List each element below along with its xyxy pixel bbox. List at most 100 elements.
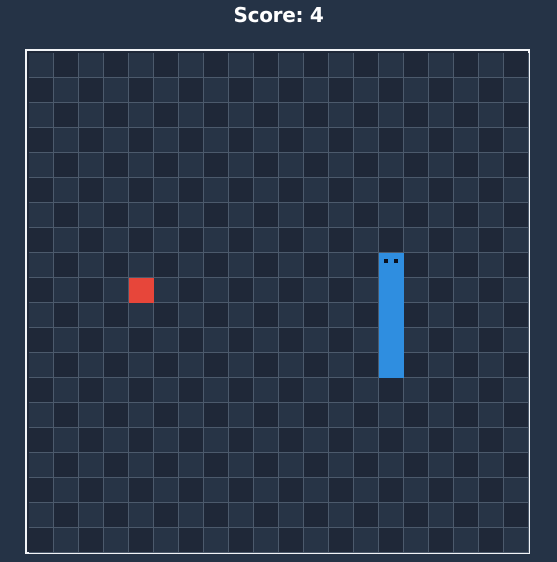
- grid-cell: [129, 378, 154, 403]
- grid-cell: [179, 428, 204, 453]
- grid-cell: [204, 253, 229, 278]
- grid-cell: [179, 128, 204, 153]
- grid-cell: [279, 503, 304, 528]
- grid-cell: [379, 178, 404, 203]
- grid-cell: [104, 153, 129, 178]
- grid-cell: [429, 378, 454, 403]
- grid-cell: [379, 478, 404, 503]
- grid-cell: [504, 228, 529, 253]
- grid-cell: [129, 228, 154, 253]
- snake-body-segment: [379, 353, 404, 378]
- grid-cell: [479, 153, 504, 178]
- grid-cell: [404, 228, 429, 253]
- grid-cell: [429, 428, 454, 453]
- grid-cell: [504, 453, 529, 478]
- grid-cell: [379, 103, 404, 128]
- grid-cell: [479, 278, 504, 303]
- grid-cell: [204, 78, 229, 103]
- grid-cell: [104, 428, 129, 453]
- grid-cell: [179, 228, 204, 253]
- grid-cell: [79, 428, 104, 453]
- grid-cell: [329, 428, 354, 453]
- grid-cell: [504, 328, 529, 353]
- grid-cell: [29, 403, 54, 428]
- grid-cell: [254, 203, 279, 228]
- grid-cell: [204, 178, 229, 203]
- grid-cell: [479, 403, 504, 428]
- grid-cell: [304, 328, 329, 353]
- grid-cell: [429, 53, 454, 78]
- grid-cell: [354, 428, 379, 453]
- grid-cell: [429, 328, 454, 353]
- grid-cell: [379, 128, 404, 153]
- grid-cell: [354, 503, 379, 528]
- board-grid: [29, 53, 529, 553]
- grid-cell: [229, 403, 254, 428]
- grid-cell: [454, 353, 479, 378]
- grid-cell: [204, 378, 229, 403]
- grid-cell: [479, 53, 504, 78]
- grid-cell: [279, 478, 304, 503]
- grid-cell: [104, 328, 129, 353]
- grid-cell: [254, 278, 279, 303]
- grid-cell: [504, 403, 529, 428]
- grid-cell: [329, 328, 354, 353]
- grid-cell: [54, 328, 79, 353]
- grid-cell: [404, 128, 429, 153]
- grid-cell: [329, 303, 354, 328]
- grid-cell: [304, 153, 329, 178]
- grid-cell: [79, 453, 104, 478]
- grid-cell: [204, 453, 229, 478]
- grid-cell: [279, 353, 304, 378]
- grid-cell: [54, 203, 79, 228]
- grid-cell: [204, 428, 229, 453]
- grid-cell: [104, 103, 129, 128]
- grid-cell: [154, 478, 179, 503]
- grid-cell: [479, 378, 504, 403]
- grid-cell: [154, 353, 179, 378]
- grid-cell: [104, 278, 129, 303]
- game-board[interactable]: [25, 49, 530, 554]
- grid-cell: [29, 178, 54, 203]
- grid-cell: [454, 303, 479, 328]
- grid-cell: [404, 403, 429, 428]
- grid-cell: [79, 178, 104, 203]
- grid-cell: [354, 353, 379, 378]
- grid-cell: [104, 78, 129, 103]
- grid-cell: [304, 303, 329, 328]
- grid-cell: [504, 278, 529, 303]
- grid-cell: [179, 103, 204, 128]
- grid-cell: [154, 503, 179, 528]
- grid-cell: [129, 478, 154, 503]
- grid-cell: [179, 378, 204, 403]
- grid-cell: [404, 378, 429, 403]
- grid-cell: [29, 453, 54, 478]
- grid-cell: [279, 53, 304, 78]
- grid-cell: [204, 203, 229, 228]
- grid-cell: [204, 353, 229, 378]
- grid-cell: [229, 203, 254, 228]
- grid-cell: [304, 128, 329, 153]
- grid-cell: [254, 428, 279, 453]
- grid-cell: [54, 53, 79, 78]
- grid-cell: [254, 228, 279, 253]
- grid-cell: [304, 453, 329, 478]
- grid-cell: [379, 528, 404, 553]
- grid-cell: [154, 78, 179, 103]
- grid-cell: [179, 303, 204, 328]
- grid-cell: [204, 528, 229, 553]
- grid-cell: [54, 253, 79, 278]
- grid-cell: [229, 253, 254, 278]
- grid-cell: [429, 303, 454, 328]
- grid-cell: [154, 428, 179, 453]
- grid-cell: [279, 103, 304, 128]
- grid-cell: [29, 528, 54, 553]
- grid-cell: [229, 178, 254, 203]
- grid-cell: [29, 128, 54, 153]
- grid-cell: [79, 378, 104, 403]
- grid-cell: [204, 153, 229, 178]
- grid-cell: [354, 253, 379, 278]
- grid-cell: [154, 528, 179, 553]
- snake-body-segment: [379, 278, 404, 303]
- grid-cell: [479, 453, 504, 478]
